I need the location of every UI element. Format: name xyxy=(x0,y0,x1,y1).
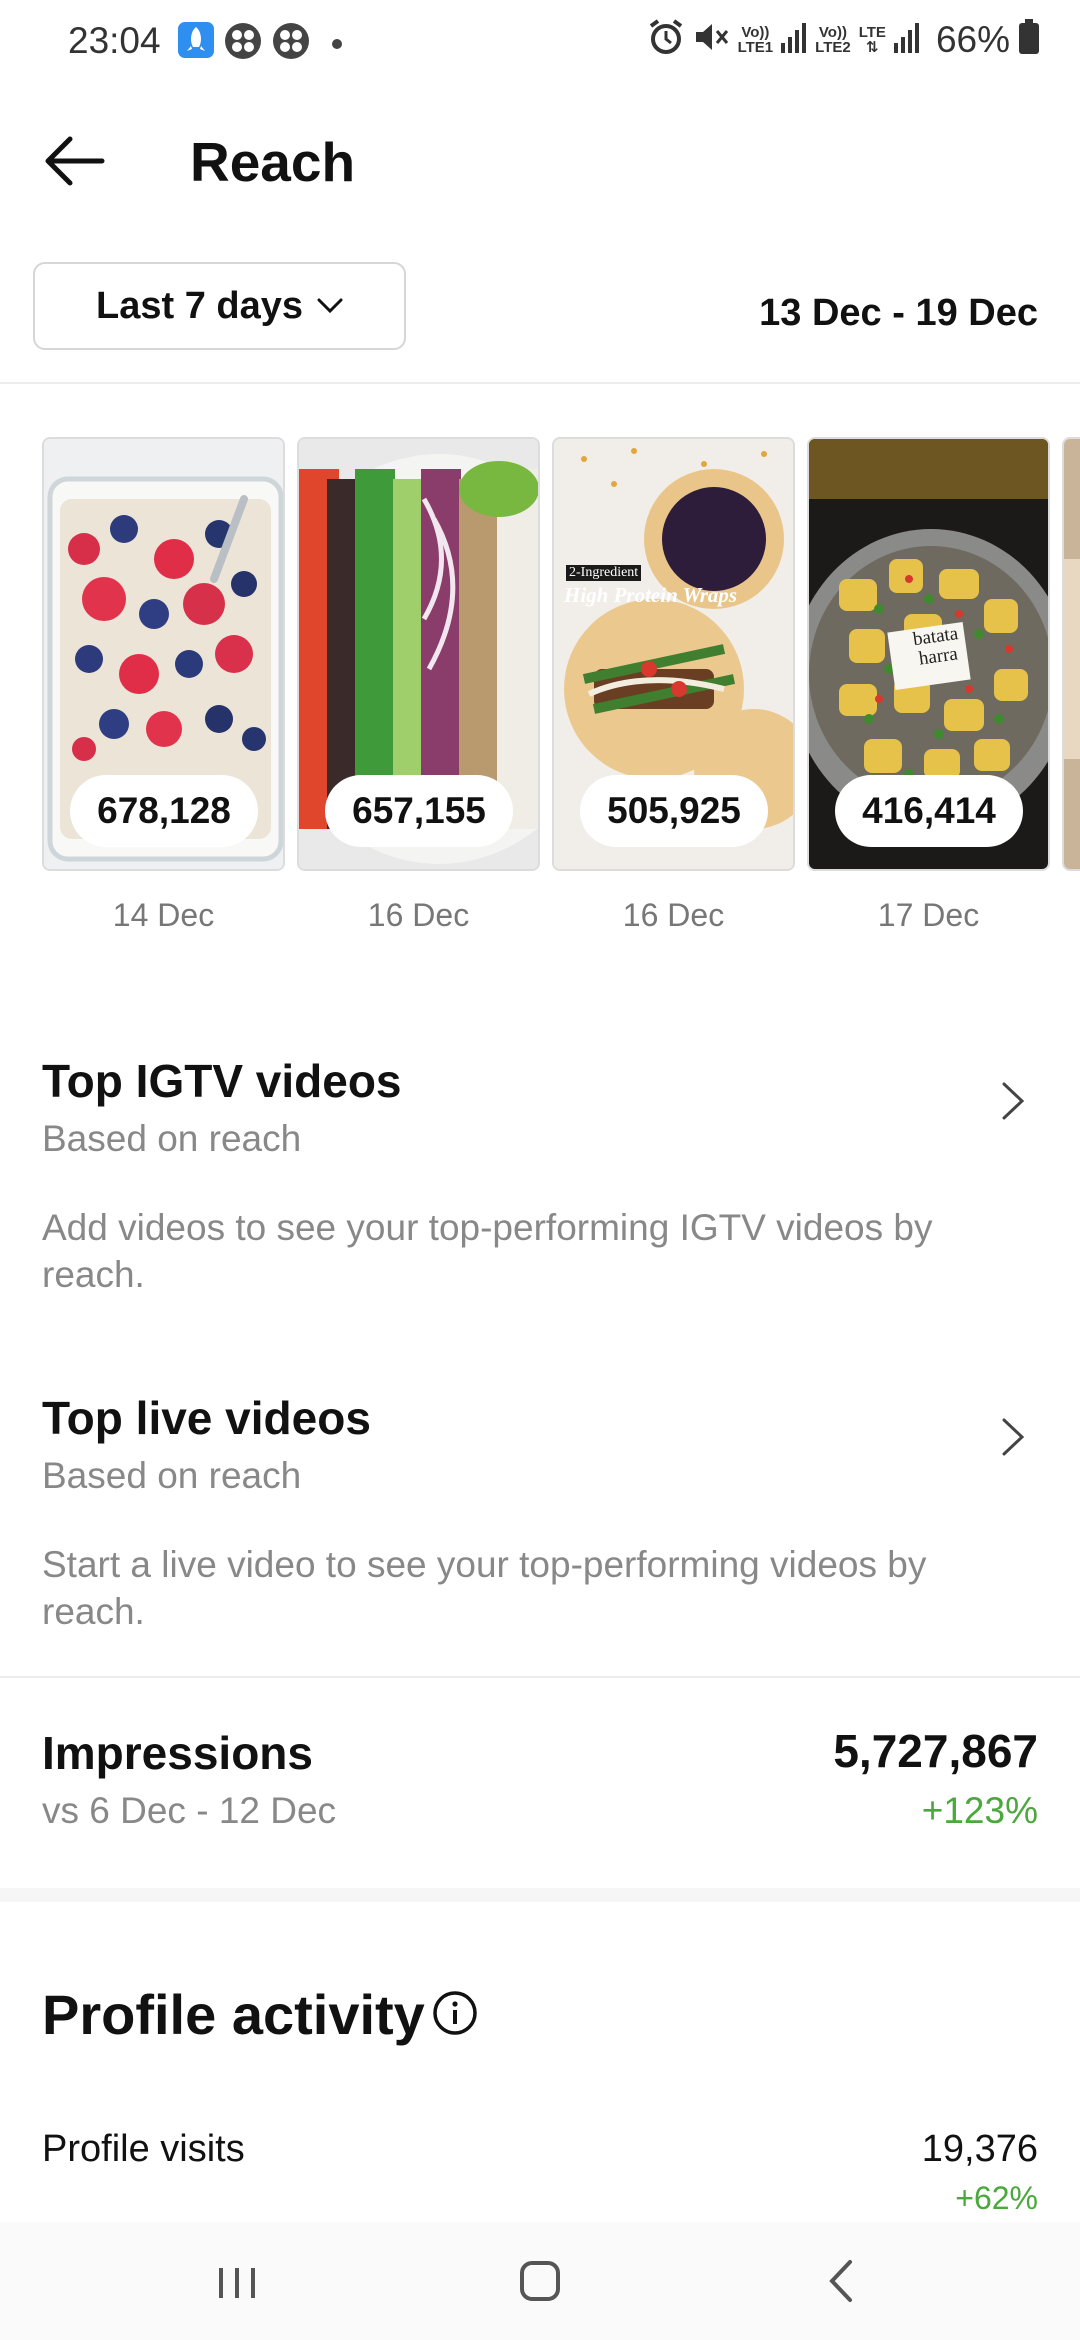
divider xyxy=(0,382,1080,384)
network-lte-label: LTE ⇅ xyxy=(858,23,886,56)
date-range-dropdown-label: Last 7 days xyxy=(96,284,303,327)
post-date: 17 Dec xyxy=(877,897,980,933)
live-title: Top live videos xyxy=(42,1392,371,1444)
app-grid-icon xyxy=(272,22,310,65)
battery-percent: 66% xyxy=(935,18,1010,60)
info-icon[interactable] xyxy=(432,1990,478,2036)
post-date: 14 Dec xyxy=(112,897,215,933)
date-range-text: 13 Dec - 19 Dec xyxy=(759,292,1038,334)
page-title: Reach xyxy=(190,131,356,193)
date-range-dropdown[interactable]: Last 7 days xyxy=(33,262,406,350)
profile-activity-title: Profile activity xyxy=(42,1983,425,2046)
profile-visits-change: +62% xyxy=(955,2180,1038,2216)
battery-icon xyxy=(1018,19,1040,60)
impressions-value: 5,727,867 xyxy=(833,1725,1038,1777)
home-icon[interactable] xyxy=(505,2246,575,2316)
top-post-thumbnail[interactable] xyxy=(1062,437,1080,871)
top-post-thumbnail[interactable]: 657,155 xyxy=(297,437,540,871)
system-nav-bar xyxy=(0,2222,1080,2340)
back-nav-icon[interactable] xyxy=(808,2246,878,2316)
impressions-change: +123% xyxy=(921,1790,1038,1831)
live-empty-message: Start a live video to see your top-perfo… xyxy=(42,1544,927,1632)
top-post-thumbnail[interactable]: 2-Ingredient High Protein Wraps 505,925 xyxy=(552,437,795,871)
top-post-thumbnail[interactable]: batata harra 416,414 xyxy=(807,437,1050,871)
reach-count-pill: 657,155 xyxy=(325,775,513,847)
app-grid-icon xyxy=(224,22,262,65)
igtv-subtitle: Based on reach xyxy=(42,1118,302,1159)
profile-visits-label: Profile visits xyxy=(42,2128,245,2170)
post-date: 16 Dec xyxy=(622,897,725,933)
profile-visits-value: 19,376 xyxy=(921,2128,1038,2170)
chevron-down-icon xyxy=(317,298,343,314)
post-image-partial xyxy=(1064,439,1080,869)
dot-icon xyxy=(332,36,342,54)
post-overlay-small-text: 2-Ingredient xyxy=(566,565,642,581)
section-separator xyxy=(0,1888,1080,1902)
network-lte1-label: Vo)) LTE1 xyxy=(737,23,774,56)
reach-count-pill: 505,925 xyxy=(580,775,768,847)
reach-count-pill: 678,128 xyxy=(70,775,258,847)
top-post-thumbnail[interactable]: 678,128 xyxy=(42,437,285,871)
signal-icon xyxy=(781,21,807,58)
mute-icon xyxy=(692,18,730,61)
post-overlay-title: High Protein Wraps xyxy=(564,583,738,607)
rocket-app-icon xyxy=(178,22,214,63)
post-date: 16 Dec xyxy=(367,897,470,933)
alarm-icon xyxy=(648,18,684,61)
status-time: 23:04 xyxy=(68,20,161,61)
status-bar: 23:04 Vo)) LTE1 Vo)) LTE2 LTE ⇅ 66% xyxy=(0,0,1080,84)
arrow-left-icon xyxy=(45,136,105,186)
reach-count-pill: 416,414 xyxy=(835,775,1023,847)
status-right-cluster: Vo)) LTE1 Vo)) LTE2 LTE ⇅ 66% xyxy=(648,18,1040,61)
igtv-title: Top IGTV videos xyxy=(42,1055,402,1107)
impressions-comparison: vs 6 Dec - 12 Dec xyxy=(42,1790,337,1831)
signal-icon xyxy=(893,21,920,58)
reach-insights-screen: 23:04 Vo)) LTE1 Vo)) LTE2 LTE ⇅ 66% Reac… xyxy=(0,0,1080,2340)
recent-apps-icon[interactable] xyxy=(202,2246,272,2316)
igtv-empty-message: Add videos to see your top-performing IG… xyxy=(42,1207,933,1295)
chevron-right-icon[interactable] xyxy=(996,1412,1030,1462)
impressions-label: Impressions xyxy=(42,1727,313,1779)
chevron-right-icon[interactable] xyxy=(996,1076,1030,1126)
divider xyxy=(0,1676,1080,1678)
back-button[interactable] xyxy=(40,128,106,194)
network-lte2-label: Vo)) LTE2 xyxy=(815,23,851,56)
live-subtitle: Based on reach xyxy=(42,1455,302,1496)
